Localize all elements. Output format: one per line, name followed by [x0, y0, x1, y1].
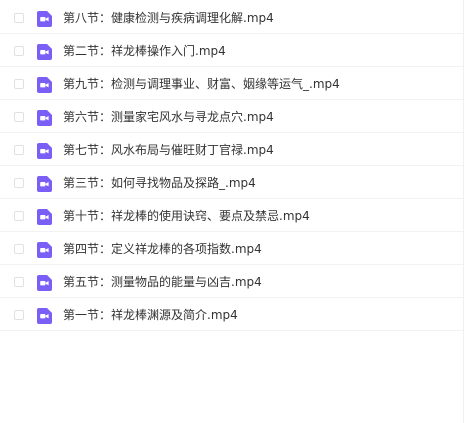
row-checkbox[interactable] — [14, 13, 24, 23]
row-checkbox[interactable] — [14, 178, 24, 188]
file-row[interactable]: 第四节：定义祥龙棒的各项指数.mp4 — [0, 232, 463, 265]
file-row[interactable]: 第七节：风水布局与催旺财丁官禄.mp4 — [0, 133, 463, 166]
file-row[interactable]: 第一节：祥龙棒渊源及简介.mp4 — [0, 298, 463, 331]
file-name[interactable]: 第六节：测量家宅风水与寻龙点穴.mp4 — [63, 110, 274, 124]
row-checkbox[interactable] — [14, 79, 24, 89]
video-file-icon — [37, 44, 52, 60]
file-name[interactable]: 第二节：祥龙棒操作入门.mp4 — [63, 44, 226, 58]
row-checkbox[interactable] — [14, 244, 24, 254]
file-name[interactable]: 第四节：定义祥龙棒的各项指数.mp4 — [63, 242, 262, 256]
file-row[interactable]: 第九节：检测与调理事业、财富、姻缘等运气_.mp4 — [0, 67, 463, 100]
video-file-icon — [37, 242, 52, 258]
file-row[interactable]: 第三节：如何寻找物品及探路_.mp4 — [0, 166, 463, 199]
video-file-icon — [37, 275, 52, 291]
video-file-icon — [37, 11, 52, 27]
file-name[interactable]: 第三节：如何寻找物品及探路_.mp4 — [63, 176, 256, 190]
row-checkbox[interactable] — [14, 145, 24, 155]
video-file-icon — [37, 176, 52, 192]
file-row[interactable]: 第五节：测量物品的能量与凶吉.mp4 — [0, 265, 463, 298]
file-name[interactable]: 第一节：祥龙棒渊源及简介.mp4 — [63, 308, 238, 322]
file-name[interactable]: 第九节：检测与调理事业、财富、姻缘等运气_.mp4 — [63, 77, 340, 91]
video-file-icon — [37, 308, 52, 324]
vertical-scrollbar[interactable] — [463, 0, 473, 423]
file-row[interactable]: 第二节：祥龙棒操作入门.mp4 — [0, 34, 463, 67]
video-file-icon — [37, 77, 52, 93]
file-name[interactable]: 第十节：祥龙棒的使用诀窍、要点及禁忌.mp4 — [63, 209, 310, 223]
row-checkbox[interactable] — [14, 46, 24, 56]
file-list: 第八节：健康检测与疾病调理化解.mp4 第二节：祥龙棒操作入门.mp4 第九节：… — [0, 0, 463, 423]
video-file-icon — [37, 110, 52, 126]
row-checkbox[interactable] — [14, 211, 24, 221]
row-checkbox[interactable] — [14, 112, 24, 122]
video-file-icon — [37, 143, 52, 159]
file-name[interactable]: 第八节：健康检测与疾病调理化解.mp4 — [63, 11, 274, 25]
row-checkbox[interactable] — [14, 310, 24, 320]
row-checkbox[interactable] — [14, 277, 24, 287]
file-row[interactable]: 第十节：祥龙棒的使用诀窍、要点及禁忌.mp4 — [0, 199, 463, 232]
file-name[interactable]: 第五节：测量物品的能量与凶吉.mp4 — [63, 275, 262, 289]
video-file-icon — [37, 209, 52, 225]
file-name[interactable]: 第七节：风水布局与催旺财丁官禄.mp4 — [63, 143, 274, 157]
file-row[interactable]: 第八节：健康检测与疾病调理化解.mp4 — [0, 1, 463, 34]
file-row[interactable]: 第六节：测量家宅风水与寻龙点穴.mp4 — [0, 100, 463, 133]
